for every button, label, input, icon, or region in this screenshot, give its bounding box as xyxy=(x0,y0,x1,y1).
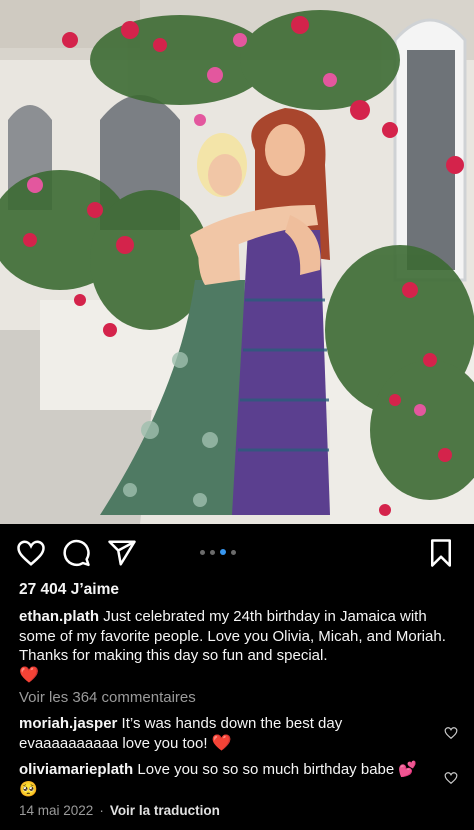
post-image xyxy=(0,0,474,524)
comment-icon xyxy=(63,539,90,567)
like-button[interactable] xyxy=(16,538,46,568)
heart-icon xyxy=(17,540,45,566)
view-comments-link[interactable]: Voir les 364 commentaires xyxy=(19,688,454,708)
post-date: 14 mai 2022 xyxy=(19,803,94,818)
post-meta: 14 mai 2022 · Voir la traduction xyxy=(19,803,220,818)
comment-item: oliviamarieplath Love you so so so much … xyxy=(19,760,422,799)
comment-like-button[interactable] xyxy=(444,726,458,740)
carousel-indicator xyxy=(200,549,236,555)
share-icon xyxy=(108,540,136,566)
meta-separator: · xyxy=(99,803,104,818)
post-caption: ethan.plath Just celebrated my 24th birt… xyxy=(19,607,454,685)
carousel-dot-active xyxy=(220,549,226,555)
post-actions-bar xyxy=(0,530,474,576)
caption-username[interactable]: ethan.plath xyxy=(19,608,99,625)
carousel-dot xyxy=(210,549,215,555)
comment-item: moriah.jasper It’s was hands down the be… xyxy=(19,714,422,753)
comment-text: Love you so so so much birthday babe xyxy=(137,761,395,778)
carousel-dot xyxy=(200,549,205,555)
bookmark-icon xyxy=(431,539,451,567)
heart-icon xyxy=(444,772,458,785)
comment-button[interactable] xyxy=(61,538,91,568)
translate-link[interactable]: Voir la traduction xyxy=(110,803,220,818)
comment-like-button[interactable] xyxy=(444,771,458,785)
heart-icon xyxy=(444,727,458,740)
share-button[interactable] xyxy=(107,538,137,568)
save-button[interactable] xyxy=(426,538,456,568)
post-photo[interactable] xyxy=(0,0,474,524)
likes-count[interactable]: 27 404 J’aime xyxy=(19,580,454,600)
comment-username[interactable]: moriah.jasper xyxy=(19,715,117,732)
comment-username[interactable]: oliviamarieplath xyxy=(19,761,133,778)
red-heart-emoji: ❤️ xyxy=(211,734,232,752)
carousel-dot xyxy=(231,549,236,555)
red-heart-emoji: ❤️ xyxy=(19,666,39,684)
